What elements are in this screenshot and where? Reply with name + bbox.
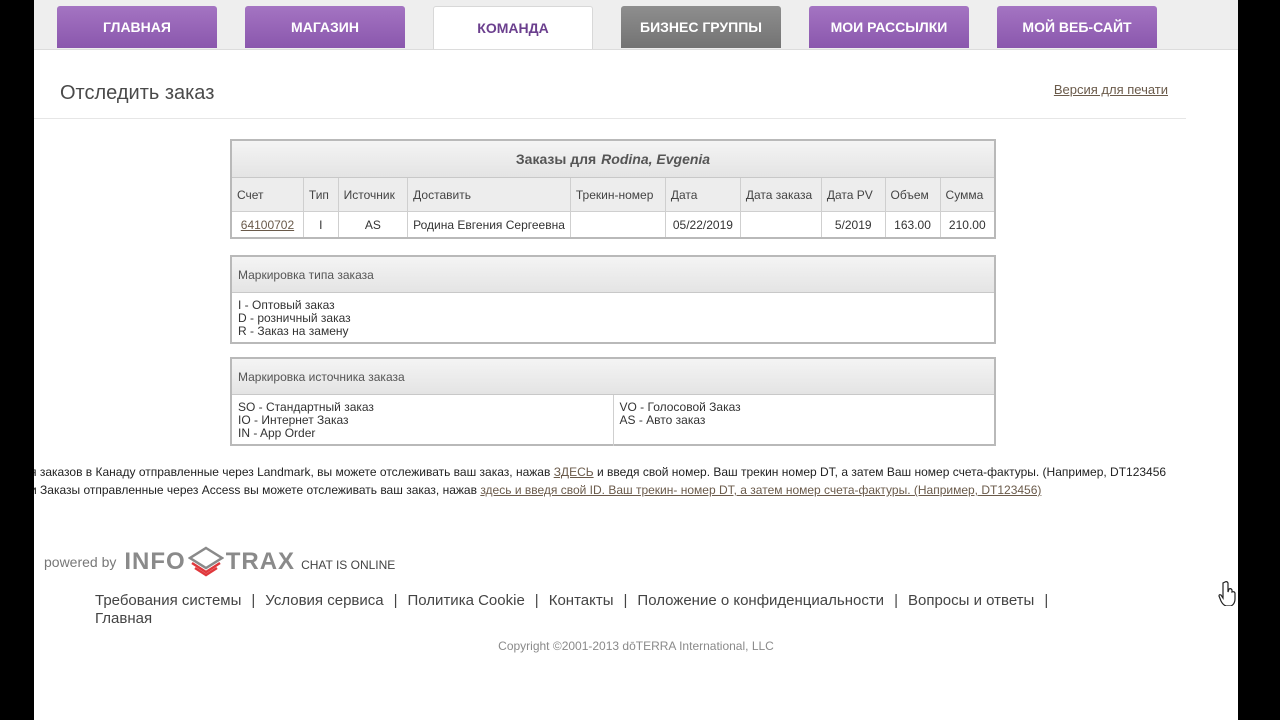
cell-date: 05/22/2019 xyxy=(665,211,741,237)
col-volume[interactable]: Объем xyxy=(885,178,941,212)
footer-separator: | xyxy=(623,592,628,609)
tab-my-website[interactable]: МОЙ ВЕБ-САЙТ xyxy=(997,6,1157,48)
orders-table-panel: Заказы для Rodina, Evgenia Счет Тип Исто… xyxy=(230,139,996,239)
copyright: Copyright ©2001-2013 dōTERRA Internation… xyxy=(498,639,774,653)
col-total[interactable]: Сумма xyxy=(940,178,994,212)
footer-link-contacts[interactable]: Контакты xyxy=(549,592,614,609)
order-source-legend: Маркировка источника заказа SO - Стандар… xyxy=(230,357,996,446)
orders-table: Счет Тип Источник Доставить Трекин-номер… xyxy=(232,178,994,237)
footer-separator: | xyxy=(534,592,539,609)
infotrax-logo-icon xyxy=(187,546,224,577)
cell-ship-to: Родина Евгения Сергеевна xyxy=(407,211,571,237)
footer-link-privacy[interactable]: Положение о конфиденциальности xyxy=(637,592,884,609)
cell-order-date xyxy=(740,211,822,237)
top-navigation: ГЛАВНАЯ МАГАЗИН КОМАНДА БИЗНЕС ГРУППЫ МО… xyxy=(34,0,1238,50)
cell-type: I xyxy=(303,211,339,237)
footer-separator: | xyxy=(1044,592,1049,609)
footer-link-home[interactable]: Главная xyxy=(95,610,152,627)
orders-caption-prefix: Заказы для xyxy=(515,151,597,167)
landmark-here-link[interactable]: ЗДЕСЬ xyxy=(554,465,594,479)
page-title: Отследить заказ xyxy=(60,82,215,104)
tab-shop[interactable]: МАГАЗИН xyxy=(245,6,405,48)
legend-item: IN - App Order xyxy=(238,426,316,440)
tab-business-groups[interactable]: БИЗНЕС ГРУППЫ xyxy=(621,6,781,48)
brand-trax-text: TRAX xyxy=(225,548,296,575)
legend-item: AS - Авто заказ xyxy=(619,413,706,427)
divider xyxy=(34,118,1186,119)
chat-status[interactable]: CHAT IS ONLINE xyxy=(301,558,395,572)
footer-link-terms[interactable]: Условия сервиса xyxy=(265,592,383,609)
legend-left-column: SO - Стандартный заказ IO - Интернет Зак… xyxy=(232,395,613,446)
order-type-legend-title: Маркировка типа заказа xyxy=(232,257,994,293)
footer-link-system-requirements[interactable]: Требования системы xyxy=(95,592,241,609)
landmark-tracking-note: я заказов в Канаду отправленные через La… xyxy=(34,465,1166,479)
col-order-date[interactable]: Дата заказа xyxy=(740,178,822,212)
tab-home[interactable]: ГЛАВНАЯ xyxy=(57,6,217,48)
print-version-link[interactable]: Версия для печати xyxy=(1054,82,1168,97)
col-source[interactable]: Источник xyxy=(338,178,409,212)
legend-item: R - Заказ на замену xyxy=(238,324,349,338)
order-source-legend-title: Маркировка источника заказа xyxy=(232,359,994,395)
footer-separator: | xyxy=(251,592,256,609)
powered-by-infotrax: powered by INFO TRAX CHAT IS ONLINE xyxy=(44,546,395,578)
footer-links: Требования системы | Условия сервиса | Полит… xyxy=(95,592,1095,628)
col-pv-date[interactable]: Дата PV xyxy=(821,178,886,212)
cell-pv-date: 5/2019 xyxy=(821,211,886,237)
note-text: и введя свой номер. Ваш трекин номер DT,… xyxy=(596,465,1167,479)
cell-invoice: 64100702 xyxy=(232,211,304,237)
note-text: я заказов в Канаду отправленные через La… xyxy=(34,465,551,479)
col-date[interactable]: Дата xyxy=(665,178,741,212)
col-type[interactable]: Тип xyxy=(303,178,339,212)
footer-separator: | xyxy=(894,592,898,609)
powered-by-label: powered by xyxy=(44,554,117,570)
invoice-link[interactable]: 64100702 xyxy=(241,218,294,232)
access-here-link[interactable]: здесь и введя свой ID. Ваш трекин- номер… xyxy=(480,483,1041,497)
cell-tracking xyxy=(570,211,666,237)
access-tracking-note: и Заказы отправленные через Access вы мо… xyxy=(34,483,1041,497)
footer-link-cookie-policy[interactable]: Политика Cookie xyxy=(408,592,525,609)
col-tracking[interactable]: Трекин-номер xyxy=(570,178,666,212)
hand-cursor-icon xyxy=(1218,581,1236,606)
cell-volume: 163.00 xyxy=(885,211,941,237)
cell-total: 210.00 xyxy=(948,217,986,232)
tab-my-mailings[interactable]: МОИ РАССЫЛКИ xyxy=(809,6,969,48)
tab-team[interactable]: КОМАНДА xyxy=(433,6,593,49)
col-invoice[interactable]: Счет xyxy=(232,178,304,212)
brand-info-text: INFO xyxy=(124,548,186,575)
cell-source: AS xyxy=(338,211,409,237)
legend-item: D - розничный заказ xyxy=(238,311,351,325)
order-type-legend: Маркировка типа заказа I - Оптовый заказ… xyxy=(230,255,996,344)
col-ship-to[interactable]: Доставить xyxy=(407,178,571,212)
orders-customer-name: Rodina, Evgenia xyxy=(601,151,711,167)
legend-right-column: VO - Голосовой Заказ AS - Авто заказ xyxy=(612,395,995,446)
order-type-legend-body: I - Оптовый заказ D - розничный заказ R … xyxy=(232,293,994,344)
orders-header-row: Счет Тип Источник Доставить Трекин-номер… xyxy=(232,178,994,212)
page: ГЛАВНАЯ МАГАЗИН КОМАНДА БИЗНЕС ГРУППЫ МО… xyxy=(34,0,1238,720)
note-text: и Заказы отправленные через Access вы мо… xyxy=(34,483,477,497)
footer-separator: | xyxy=(393,592,398,609)
footer-link-faq[interactable]: Вопросы и ответы xyxy=(908,592,1034,609)
order-source-legend-body: SO - Стандартный заказ IO - Интернет Зак… xyxy=(232,395,994,446)
orders-caption: Заказы для Rodina, Evgenia xyxy=(232,141,994,178)
table-row: 64100702 I AS Родина Евгения Сергеевна 0… xyxy=(232,211,994,237)
